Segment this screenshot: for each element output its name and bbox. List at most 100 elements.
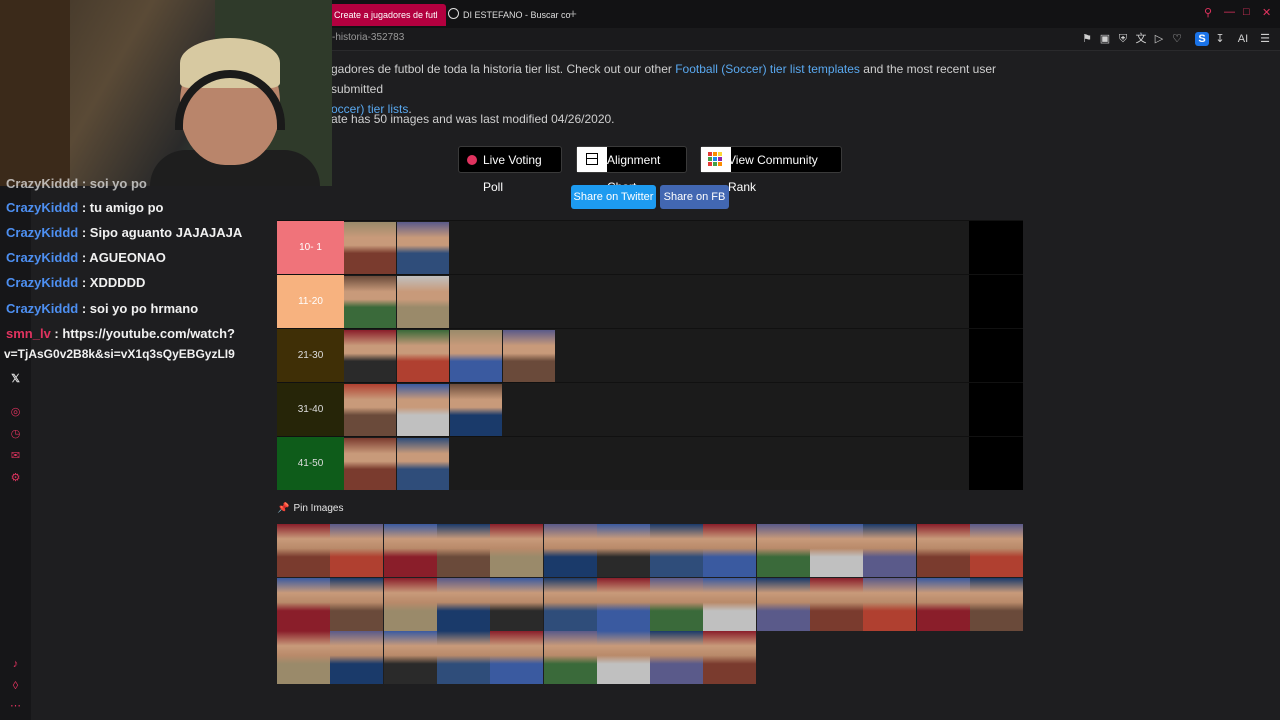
player-image[interactable] [450, 384, 502, 436]
tab-di-estefano-search[interactable]: DI ESTEFANO - Buscar co [440, 4, 574, 26]
player-image[interactable] [330, 524, 384, 577]
player-image[interactable] [756, 577, 810, 631]
player-image[interactable] [703, 631, 757, 684]
player-image[interactable] [490, 577, 544, 631]
player-image[interactable] [344, 438, 396, 490]
player-image[interactable] [650, 524, 704, 577]
player-image[interactable] [650, 631, 704, 684]
player-image[interactable] [436, 631, 490, 684]
player-image[interactable] [810, 524, 863, 577]
record-icon[interactable]: ◎ [9, 406, 22, 419]
player-image[interactable] [383, 631, 437, 684]
player-image[interactable] [916, 577, 970, 631]
new-tab-button[interactable]: + [566, 7, 580, 21]
live-voting-poll-button[interactable]: Live Voting Poll [458, 146, 562, 194]
tier-label[interactable]: 21-30 [277, 329, 344, 382]
player-image[interactable] [383, 524, 437, 577]
player-image[interactable] [383, 577, 437, 631]
player-image[interactable] [596, 631, 650, 684]
settings-icon[interactable]: ⚙ [9, 472, 22, 485]
player-image[interactable] [490, 631, 544, 684]
ai-icon[interactable]: AI [1233, 32, 1253, 46]
player-image[interactable] [756, 524, 810, 577]
tier-label[interactable]: 10- 1 [277, 221, 344, 274]
tier-label[interactable]: 41-50 [277, 437, 344, 490]
more-icon[interactable]: ⋯ [9, 700, 22, 713]
close-icon[interactable]: ✕ [1262, 6, 1271, 19]
tiktok-icon[interactable]: ♪ [9, 658, 22, 671]
football-templates-link[interactable]: Football (Soccer) tier list templates [675, 62, 860, 76]
tier-tiles [344, 383, 969, 436]
tier-label[interactable]: 11-20 [277, 275, 344, 328]
player-image[interactable] [543, 577, 597, 631]
player-image[interactable] [397, 222, 449, 274]
profile-icon[interactable]: S [1195, 32, 1209, 46]
tier-controls[interactable] [969, 437, 1023, 490]
player-image[interactable] [450, 330, 502, 382]
player-image[interactable] [596, 524, 650, 577]
shield-icon[interactable]: ⛨ [1116, 32, 1130, 46]
pin-icon[interactable]: ⚑ [1080, 32, 1094, 46]
player-image[interactable] [436, 577, 490, 631]
player-image[interactable] [330, 631, 384, 684]
screenshot-icon[interactable]: ▣ [1098, 32, 1112, 46]
tier-label[interactable]: 31-40 [277, 383, 344, 436]
menu-icon[interactable]: ☰ [1258, 32, 1272, 46]
history-icon[interactable]: ◷ [9, 428, 22, 441]
player-image[interactable] [344, 330, 396, 382]
search-icon[interactable]: ⚲ [1204, 6, 1212, 19]
pin-images-toggle[interactable]: 📌 Pin Images [277, 503, 343, 514]
x-twitter-icon[interactable]: 𝕏 [9, 373, 22, 386]
player-image[interactable] [916, 524, 970, 577]
share-twitter-button[interactable]: Share on Twitter [571, 185, 656, 209]
player-image[interactable] [277, 577, 330, 631]
player-image[interactable] [277, 631, 330, 684]
player-image[interactable] [596, 577, 650, 631]
player-image[interactable] [397, 438, 449, 490]
tier-controls[interactable] [969, 383, 1023, 436]
player-image[interactable] [863, 577, 917, 631]
player-image[interactable] [650, 577, 704, 631]
share-facebook-button[interactable]: Share on FB [660, 185, 729, 209]
player-image[interactable] [969, 524, 1023, 577]
send-icon[interactable]: ▷ [1152, 32, 1166, 46]
player-image[interactable] [344, 276, 396, 328]
alignment-chart-button[interactable]: Alignment Chart [576, 146, 687, 194]
tier-controls[interactable] [969, 221, 1023, 274]
player-image[interactable] [330, 577, 384, 631]
player-image[interactable] [490, 524, 544, 577]
chat-icon[interactable]: ✉ [9, 450, 22, 463]
chat-message-link: smn_lv : https://youtube.com/watch? [6, 326, 235, 341]
rank-grid-icon [701, 147, 731, 172]
player-image[interactable] [397, 276, 449, 328]
player-image[interactable] [397, 384, 449, 436]
tier-tiles [344, 329, 969, 382]
player-image[interactable] [277, 524, 330, 577]
player-image[interactable] [543, 631, 597, 684]
player-image[interactable] [703, 524, 757, 577]
dx-icon[interactable]: ◊ [9, 680, 22, 693]
minimize-icon[interactable]: — [1224, 6, 1235, 18]
player-image[interactable] [703, 577, 757, 631]
player-image[interactable] [397, 330, 449, 382]
player-image[interactable] [543, 524, 597, 577]
player-image[interactable] [863, 524, 917, 577]
player-image[interactable] [810, 577, 863, 631]
download-icon[interactable]: ↧ [1213, 32, 1227, 46]
player-image[interactable] [436, 524, 490, 577]
grid-icon [577, 147, 607, 172]
translate-icon[interactable]: 文 [1134, 32, 1148, 46]
chat-message: CrazyKiddd : Sipo aguanto JAJAJAJA [6, 225, 243, 240]
template-info: ate has 50 images and was last modified … [331, 112, 615, 126]
player-image[interactable] [344, 384, 396, 436]
tier-controls[interactable] [969, 275, 1023, 328]
tab-create-tier-list[interactable]: Create a jugadores de futl [326, 4, 446, 26]
cam-shelf [0, 0, 70, 186]
player-image[interactable] [969, 577, 1023, 631]
heart-icon[interactable]: ♡ [1170, 32, 1184, 46]
tier-controls[interactable] [969, 329, 1023, 382]
player-image[interactable] [503, 330, 555, 382]
view-community-rank-button[interactable]: View Community Rank [700, 146, 842, 194]
maximize-icon[interactable]: □ [1243, 6, 1250, 18]
player-image[interactable] [344, 222, 396, 274]
